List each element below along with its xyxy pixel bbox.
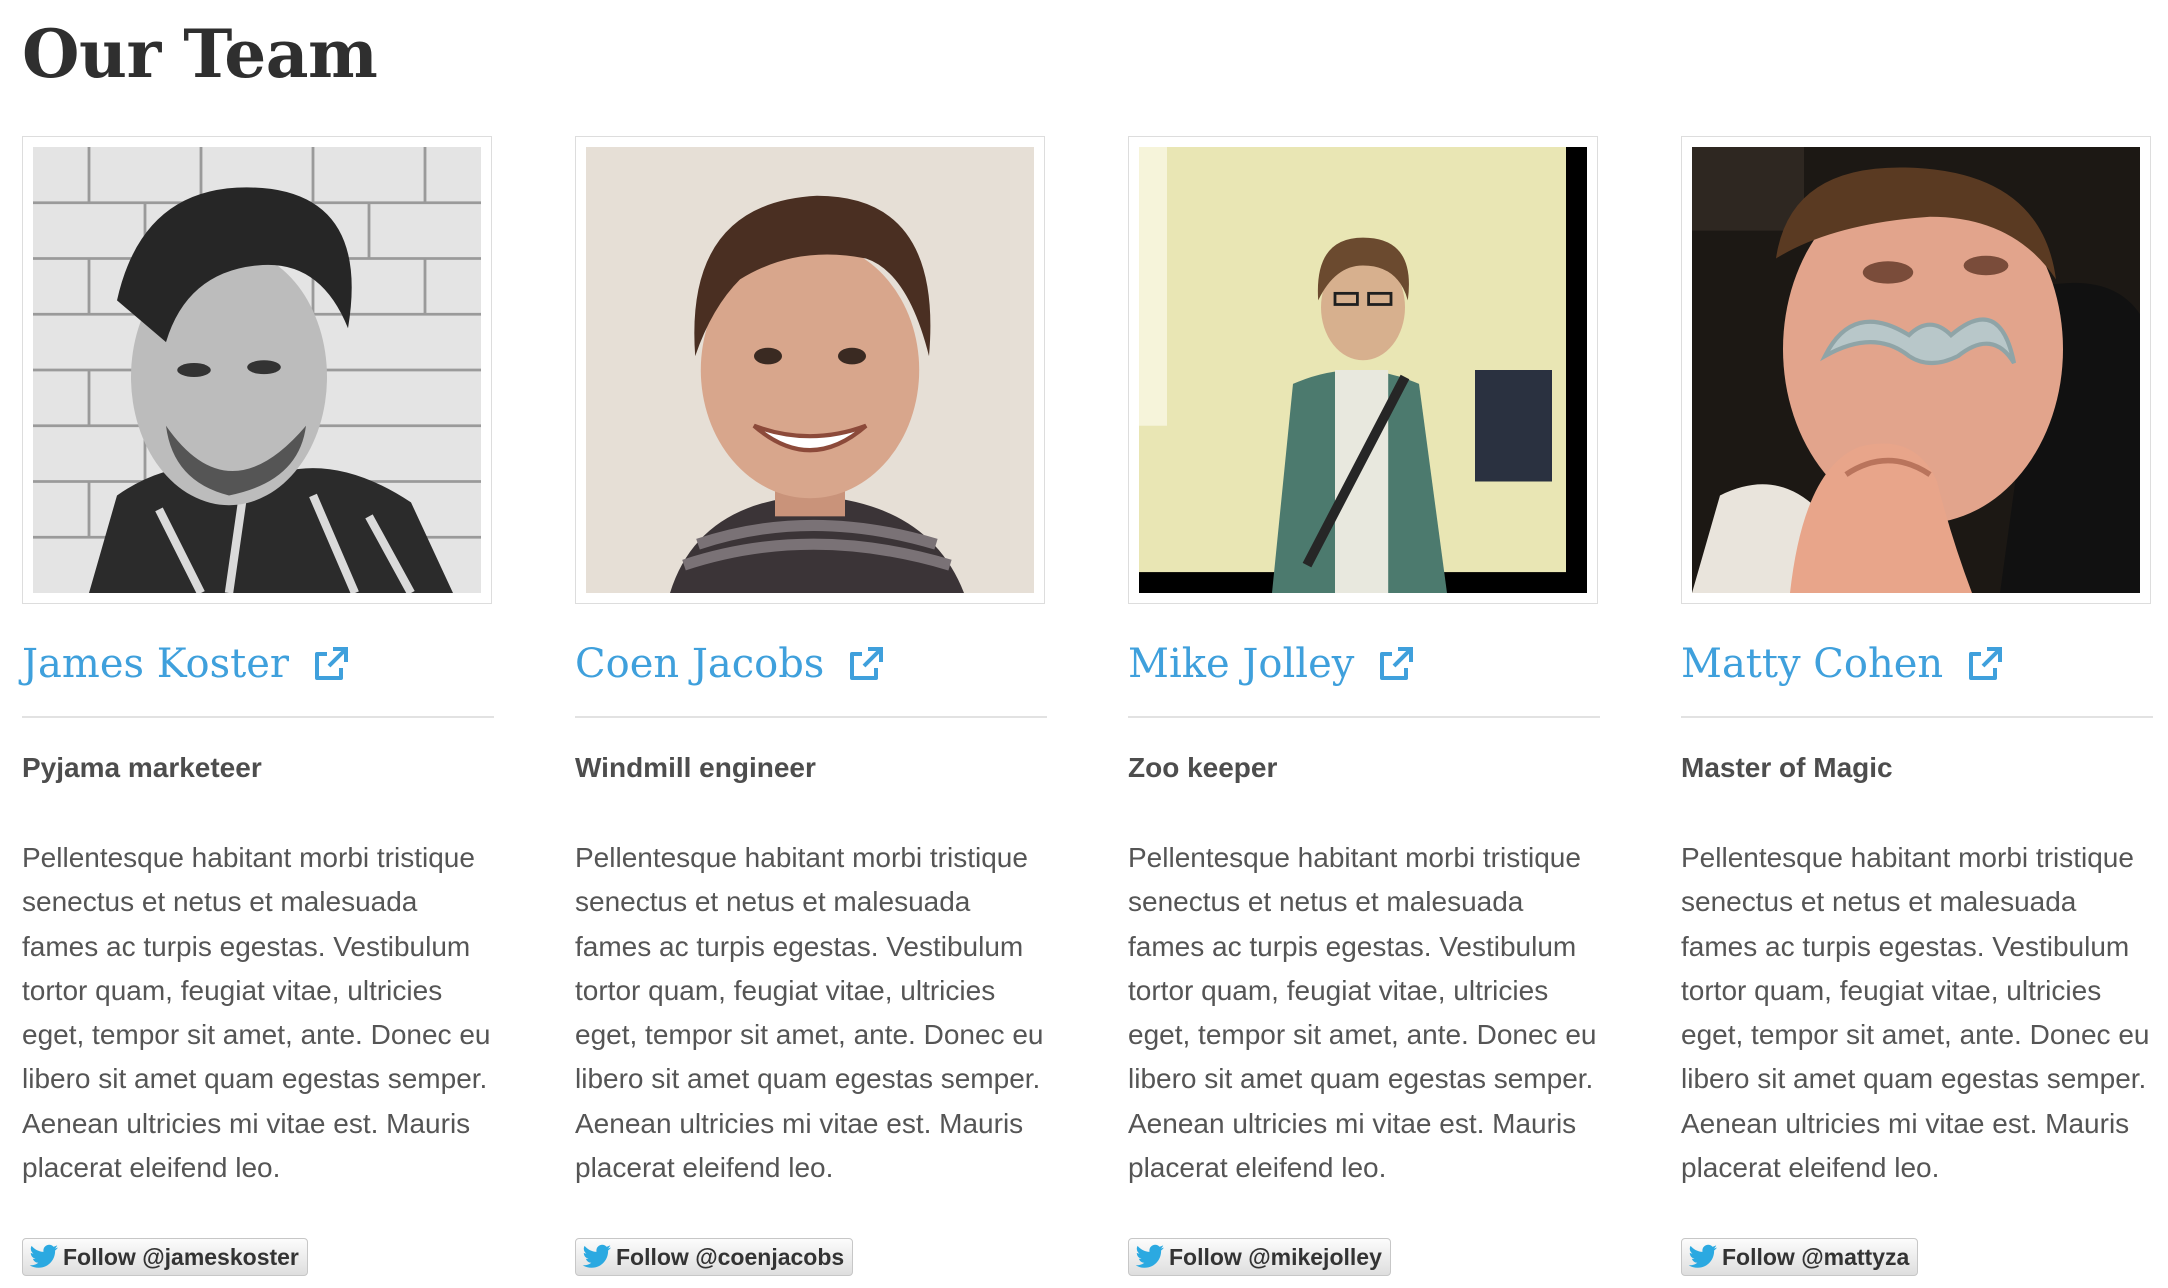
twitter-bird-icon [1688, 1244, 1718, 1270]
divider [1128, 716, 1600, 718]
member-name-row: James Koster [22, 634, 494, 694]
member-name-link[interactable]: James Koster [22, 641, 289, 687]
twitter-follow-button[interactable]: Follow @mikejolley [1128, 1238, 1391, 1277]
team-member-card: Matty Cohen Master of Magic Pellentesque… [1681, 136, 2153, 1277]
external-link-icon[interactable] [1376, 644, 1416, 684]
follow-label: Follow @mikejolley [1169, 1243, 1382, 1270]
team-member-card: Coen Jacobs Windmill engineer Pellentesq… [575, 136, 1047, 1277]
member-role: Master of Magic [1681, 752, 1893, 783]
team-member-card: James Koster Pyjama marketeer Pellentesq… [22, 136, 494, 1277]
member-photo [33, 147, 481, 593]
member-bio: Pellentesque habitant morbi tristique se… [1128, 842, 1597, 1184]
member-name-link[interactable]: Matty Cohen [1681, 641, 1943, 687]
member-name-row: Mike Jolley [1128, 634, 1600, 694]
divider [575, 716, 1047, 718]
member-role: Windmill engineer [575, 752, 816, 783]
twitter-follow-button[interactable]: Follow @coenjacobs [575, 1238, 854, 1277]
member-bio: Pellentesque habitant morbi tristique se… [22, 842, 491, 1184]
page-title: Our Team [22, 15, 378, 93]
external-link-icon[interactable] [311, 644, 351, 684]
twitter-bird-icon [582, 1244, 612, 1270]
twitter-follow-button[interactable]: Follow @jameskoster [22, 1238, 308, 1277]
member-photo-frame [1681, 136, 2151, 604]
member-role: Zoo keeper [1128, 752, 1278, 783]
external-link-icon[interactable] [1965, 644, 2005, 684]
member-photo-frame [575, 136, 1045, 604]
team-member-card: Mike Jolley Zoo keeper Pellentesque habi… [1128, 136, 1600, 1277]
member-photo [1692, 147, 2140, 593]
member-name-row: Coen Jacobs [575, 634, 1047, 694]
member-name-link[interactable]: Mike Jolley [1128, 641, 1354, 687]
member-photo [1139, 147, 1587, 593]
team-grid: James Koster Pyjama marketeer Pellentesq… [22, 136, 2153, 1277]
member-bio: Pellentesque habitant morbi tristique se… [575, 842, 1044, 1184]
twitter-bird-icon [1135, 1244, 1165, 1270]
follow-label: Follow @jameskoster [63, 1243, 299, 1270]
divider [22, 716, 494, 718]
member-name-link[interactable]: Coen Jacobs [575, 641, 824, 687]
member-role: Pyjama marketeer [22, 752, 262, 783]
member-photo-frame [1128, 136, 1598, 604]
divider [1681, 716, 2153, 718]
follow-label: Follow @mattyza [1722, 1243, 1910, 1270]
member-photo-frame [22, 136, 492, 604]
member-photo [586, 147, 1034, 593]
member-bio: Pellentesque habitant morbi tristique se… [1681, 842, 2150, 1184]
follow-label: Follow @coenjacobs [616, 1243, 845, 1270]
external-link-icon[interactable] [846, 644, 886, 684]
twitter-follow-button[interactable]: Follow @mattyza [1681, 1238, 1919, 1277]
twitter-bird-icon [29, 1244, 59, 1270]
member-name-row: Matty Cohen [1681, 634, 2153, 694]
